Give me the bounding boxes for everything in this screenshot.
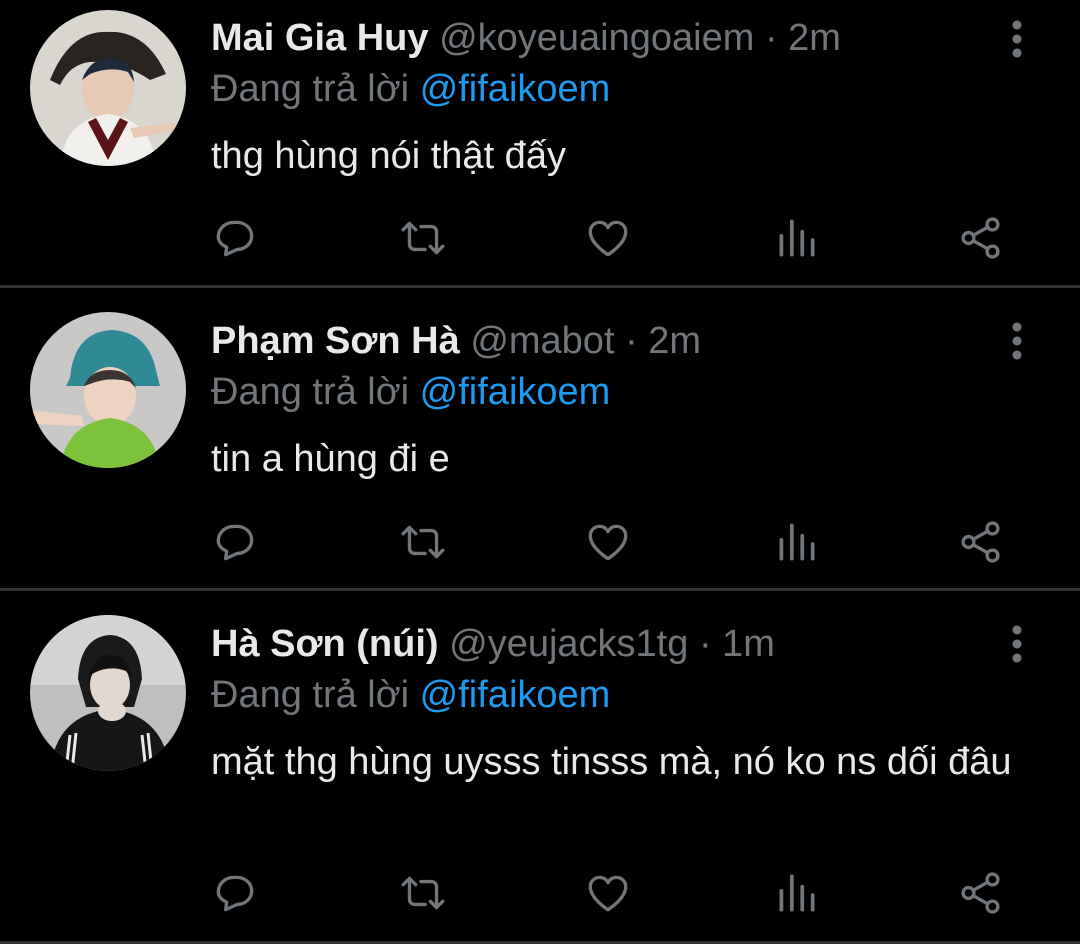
tweet[interactable]: Phạm Sơn Hà @mabot · 2m Đang trả lời @fi… [0,288,1080,588]
reply-mention[interactable]: @fifaikoem [420,68,611,110]
like-button[interactable] [578,512,638,572]
replying-to: Đang trả lời @fifaikoem [211,673,610,717]
share-button[interactable] [951,863,1011,923]
tweet-actions [0,863,1080,923]
retweet-button[interactable] [393,208,453,268]
tweet-text: mặt thg hùng uysss tinsss mà, nó ko ns d… [211,741,1012,783]
like-icon [588,524,628,561]
avatar[interactable] [30,10,186,166]
tweet-header: Mai Gia Huy @koyeuaingoaiem · 2m [211,16,841,60]
reply-button[interactable] [205,863,265,923]
tweet-text: thg hùng nói thật đấy [211,135,566,177]
reply-mention[interactable]: @fifaikoem [420,371,611,413]
tweet[interactable]: Hà Sơn (núi) @yeujacks1tg · 1m Đang trả … [0,591,1080,941]
analytics-icon [779,219,815,257]
avatar[interactable] [30,312,186,468]
share-button[interactable] [951,208,1011,268]
like-button[interactable] [578,208,638,268]
avatar[interactable] [30,615,186,771]
analytics-button[interactable] [766,863,826,923]
reply-prefix: Đang trả lời [211,68,420,110]
tweet-text: tin a hùng đi e [211,438,450,480]
display-name[interactable]: Phạm Sơn Hà [211,320,460,362]
more-vertical-icon [1012,20,1022,58]
share-icon [961,521,1000,563]
like-button[interactable] [578,863,638,923]
display-name[interactable]: Mai Gia Huy [211,17,429,59]
analytics-button[interactable] [766,512,826,572]
analytics-icon [779,874,815,912]
reply-prefix: Đang trả lời [211,674,420,716]
display-name[interactable]: Hà Sơn (núi) [211,623,439,665]
like-icon [588,875,628,912]
timestamp[interactable]: 2m [648,320,701,362]
share-icon [961,872,1000,914]
analytics-icon [779,523,815,561]
separator: · [625,320,638,362]
tweet-actions [0,512,1080,572]
separator: · [764,17,778,59]
reply-button[interactable] [205,512,265,572]
handle[interactable]: @yeujacks1tg [449,623,688,665]
retweet-button[interactable] [393,863,453,923]
reply-icon [216,524,254,561]
timestamp[interactable]: 2m [788,17,841,59]
more-options-button[interactable] [1000,620,1034,668]
tweet-actions [0,208,1080,268]
share-button[interactable] [951,512,1011,572]
retweet-icon [401,525,445,559]
tweet[interactable]: Mai Gia Huy @koyeuaingoaiem · 2m Đang tr… [0,0,1080,285]
more-options-button[interactable] [1000,317,1034,365]
retweet-button[interactable] [393,512,453,572]
replying-to: Đang trả lời @fifaikoem [211,370,610,414]
share-icon [961,217,1000,259]
like-icon [588,220,628,257]
retweet-icon [401,876,445,910]
replying-to: Đang trả lời @fifaikoem [211,67,610,111]
analytics-button[interactable] [766,208,826,268]
tweet-header: Phạm Sơn Hà @mabot · 2m [211,319,701,363]
reply-icon [216,220,254,257]
handle[interactable]: @mabot [470,320,614,362]
reply-icon [216,875,254,912]
more-options-button[interactable] [1000,15,1034,63]
reply-button[interactable] [205,208,265,268]
tweet-header: Hà Sơn (núi) @yeujacks1tg · 1m [211,622,775,666]
timestamp[interactable]: 1m [722,623,775,665]
more-vertical-icon [1012,322,1022,360]
separator: · [698,623,712,665]
reply-mention[interactable]: @fifaikoem [420,674,611,716]
reply-prefix: Đang trả lời [211,371,420,413]
handle[interactable]: @koyeuaingoaiem [439,17,754,59]
more-vertical-icon [1012,625,1022,663]
retweet-icon [401,221,445,255]
